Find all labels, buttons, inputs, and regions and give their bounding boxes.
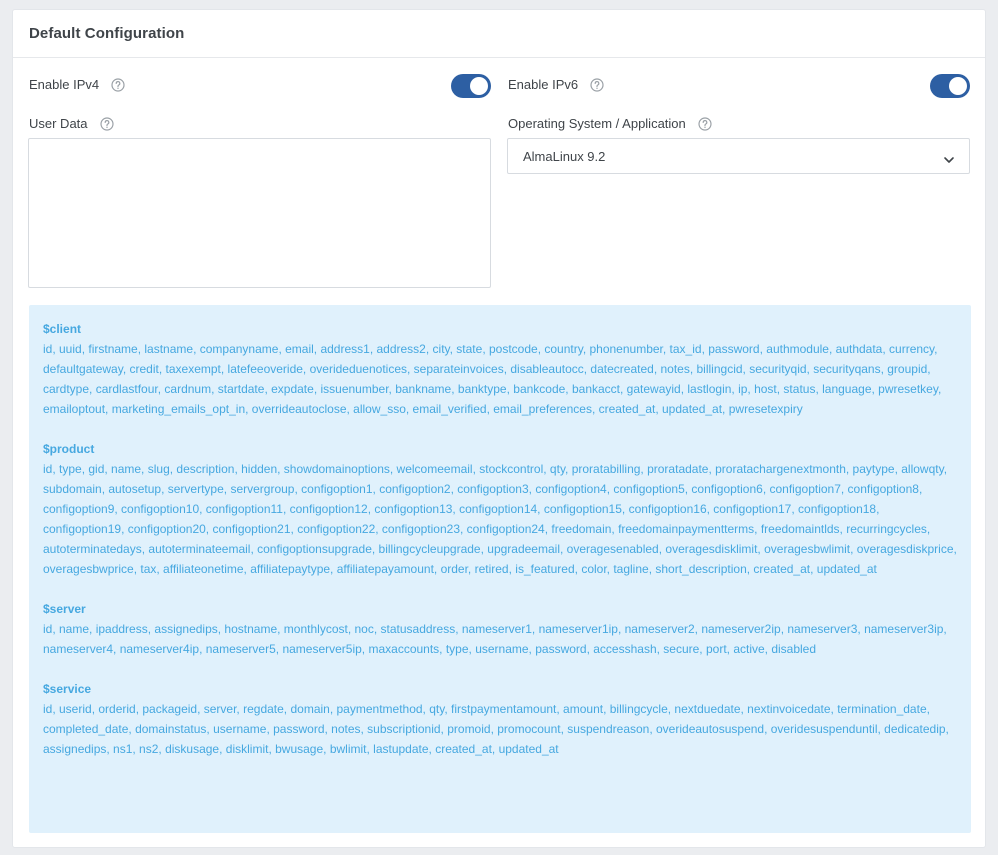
ipv6-label-row: Enable IPv6: [508, 77, 604, 92]
toggle-knob: [949, 77, 967, 95]
user-data-label-row: User Data: [29, 116, 114, 131]
help-icon[interactable]: [698, 116, 712, 131]
product-variables: $product id, type, gid, name, slug, desc…: [43, 439, 957, 579]
ipv6-label: Enable IPv6: [508, 77, 579, 92]
service-variables-title: $service: [43, 682, 92, 696]
chevron-down-icon: [943, 152, 955, 163]
os-label: Operating System / Application: [508, 116, 686, 131]
client-variables-list: id, uuid, firstname, lastname, companyna…: [43, 342, 942, 416]
os-selected-value: AlmaLinux 9.2: [523, 148, 606, 164]
variables-info-box: $client id, uuid, firstname, lastname, c…: [29, 305, 971, 833]
user-data-textarea[interactable]: [28, 138, 491, 288]
os-select[interactable]: AlmaLinux 9.2: [507, 138, 970, 174]
service-variables-list: id, userid, orderid, packageid, server, …: [43, 702, 949, 756]
ipv6-toggle[interactable]: [930, 74, 970, 98]
product-variables-list: id, type, gid, name, slug, description, …: [43, 462, 957, 576]
default-configuration-card: Default Configuration Enable IPv4 Enable…: [12, 9, 986, 848]
server-variables-list: id, name, ipaddress, assignedips, hostna…: [43, 622, 947, 656]
ipv4-toggle[interactable]: [451, 74, 491, 98]
service-variables: $service id, userid, orderid, packageid,…: [43, 679, 957, 759]
card-header: Default Configuration: [13, 10, 985, 58]
help-icon[interactable]: [111, 77, 125, 92]
help-icon[interactable]: [99, 116, 114, 131]
ipv4-label: Enable IPv4: [29, 77, 100, 92]
os-label-row: Operating System / Application: [508, 116, 712, 131]
help-icon[interactable]: [590, 77, 604, 92]
card-title: Default Configuration: [29, 25, 185, 42]
product-variables-title: $product: [43, 442, 95, 456]
client-variables: $client id, uuid, firstname, lastname, c…: [43, 319, 957, 419]
server-variables-title: $server: [43, 602, 86, 616]
ipv4-label-row: Enable IPv4: [29, 77, 125, 92]
server-variables: $server id, name, ipaddress, assignedips…: [43, 599, 957, 659]
client-variables-title: $client: [43, 322, 82, 336]
user-data-label: User Data: [29, 116, 88, 131]
toggle-knob: [470, 77, 488, 95]
